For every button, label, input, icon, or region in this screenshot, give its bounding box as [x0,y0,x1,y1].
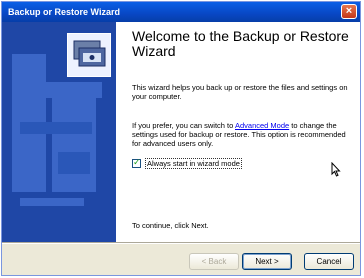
wizard-mode-label[interactable]: Always start in wizard mode [145,157,242,169]
advanced-mode-text-before: If you prefer, you can switch to [132,121,235,130]
window-title: Backup or Restore Wizard [8,7,120,17]
wizard-window: Backup or Restore Wizard × Welcome to th… [1,1,361,276]
close-icon: × [345,5,353,17]
backup-wizard-icon [67,33,111,77]
wizard-mode-option[interactable]: ✓ Always start in wizard mode [132,157,242,169]
title-bar[interactable]: Backup or Restore Wizard × [2,2,360,22]
close-button[interactable]: × [341,4,357,19]
cancel-button[interactable]: Cancel [304,253,354,270]
wizard-sidebar [2,22,116,242]
button-separator [2,242,360,244]
wizard-mode-checkbox[interactable]: ✓ [132,156,141,168]
continue-instruction: To continue, click Next. [132,221,209,230]
mouse-pointer-icon [331,162,341,177]
advanced-mode-text: If you prefer, you can switch to Advance… [132,121,352,148]
advanced-mode-link[interactable]: Advanced Mode [235,121,289,130]
back-button[interactable]: < Back [189,253,239,270]
next-button[interactable]: Next > [242,253,292,270]
page-title: Welcome to the Backup or Restore Wizard [132,28,349,59]
intro-text: This wizard helps you back up or restore… [132,83,348,101]
wizard-content: Welcome to the Backup or Restore Wizard … [116,22,360,242]
checkbox-check-icon: ✓ [133,156,141,167]
